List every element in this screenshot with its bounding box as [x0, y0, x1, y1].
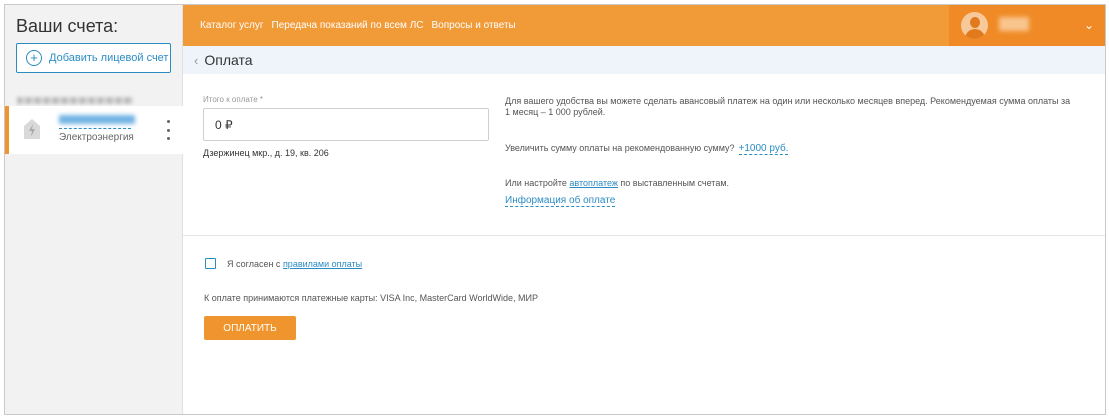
- amount-label: Итого к оплате *: [203, 95, 263, 104]
- blurred-account-number: [59, 115, 135, 124]
- blurred-owner-name: [17, 97, 133, 104]
- add-account-button[interactable]: + Добавить лицевой счет: [16, 43, 171, 73]
- add-account-label: Добавить лицевой счет: [49, 52, 169, 64]
- agree-checkbox[interactable]: [205, 258, 216, 269]
- amount-input[interactable]: [203, 108, 489, 141]
- plus-icon: +: [26, 50, 42, 66]
- autopay-row: Или настройте автоплатеж по выставленным…: [505, 178, 729, 188]
- increase-amount-row: Увеличить сумму оплаты на рекомендованну…: [505, 143, 789, 155]
- nav-catalog[interactable]: Каталог услуг: [200, 20, 264, 31]
- autopay-prefix: Или настройте: [505, 178, 570, 188]
- account-number-underline: [59, 128, 131, 129]
- agree-text: Я согласен с правилами оплаты: [227, 259, 362, 269]
- main-nav: Каталог услуг Передача показаний по всем…: [200, 20, 516, 31]
- account-type: Электроэнергия: [59, 132, 134, 143]
- increase-amount-text: Увеличить сумму оплаты на рекомендованну…: [505, 143, 735, 153]
- more-vertical-icon[interactable]: [165, 120, 171, 140]
- agree-prefix: Я согласен с: [227, 258, 283, 269]
- payment-rules-link[interactable]: правилами оплаты: [283, 259, 362, 269]
- chevron-down-icon: ⌄: [1084, 18, 1095, 32]
- section-divider: [183, 235, 1105, 236]
- accepted-cards-text: К оплате принимаются платежные карты: VI…: [204, 293, 538, 303]
- back-chevron-icon[interactable]: ‹: [194, 53, 198, 68]
- account-item[interactable]: Электроэнергия: [5, 106, 183, 154]
- add-recommended-amount-link[interactable]: +1000 руб.: [738, 143, 789, 155]
- agree-row: Я согласен с правилами оплаты: [205, 258, 362, 269]
- pay-button[interactable]: ОПЛАТИТЬ: [204, 316, 296, 340]
- autopay-suffix: по выставленным счетам.: [617, 178, 730, 188]
- top-navigation-bar: Каталог услуг Передача показаний по всем…: [183, 5, 1105, 46]
- breadcrumb: ‹ Оплата: [183, 46, 1105, 74]
- advance-payment-info: Для вашего удобства вы можете сделать ав…: [505, 96, 1071, 117]
- avatar: [961, 12, 988, 39]
- sidebar-title: Ваши счета:: [16, 16, 119, 36]
- page-title: Оплата: [204, 52, 253, 68]
- sidebar: Ваши счета: + Добавить лицевой счет Элек…: [5, 5, 183, 414]
- electricity-icon: [24, 119, 40, 139]
- nav-meter-readings[interactable]: Передача показаний по всем ЛС: [272, 20, 424, 31]
- autopay-link[interactable]: автоплатеж: [569, 178, 618, 188]
- payment-info-link[interactable]: Информация об оплате: [505, 195, 616, 207]
- user-menu[interactable]: ⌄: [949, 5, 1105, 46]
- app-window: Ваши счета: + Добавить лицевой счет Элек…: [4, 4, 1106, 415]
- blurred-user-name: [999, 17, 1029, 31]
- nav-faq[interactable]: Вопросы и ответы: [432, 20, 516, 31]
- account-address: Дзержинец мкр., д. 19, кв. 206: [203, 148, 329, 158]
